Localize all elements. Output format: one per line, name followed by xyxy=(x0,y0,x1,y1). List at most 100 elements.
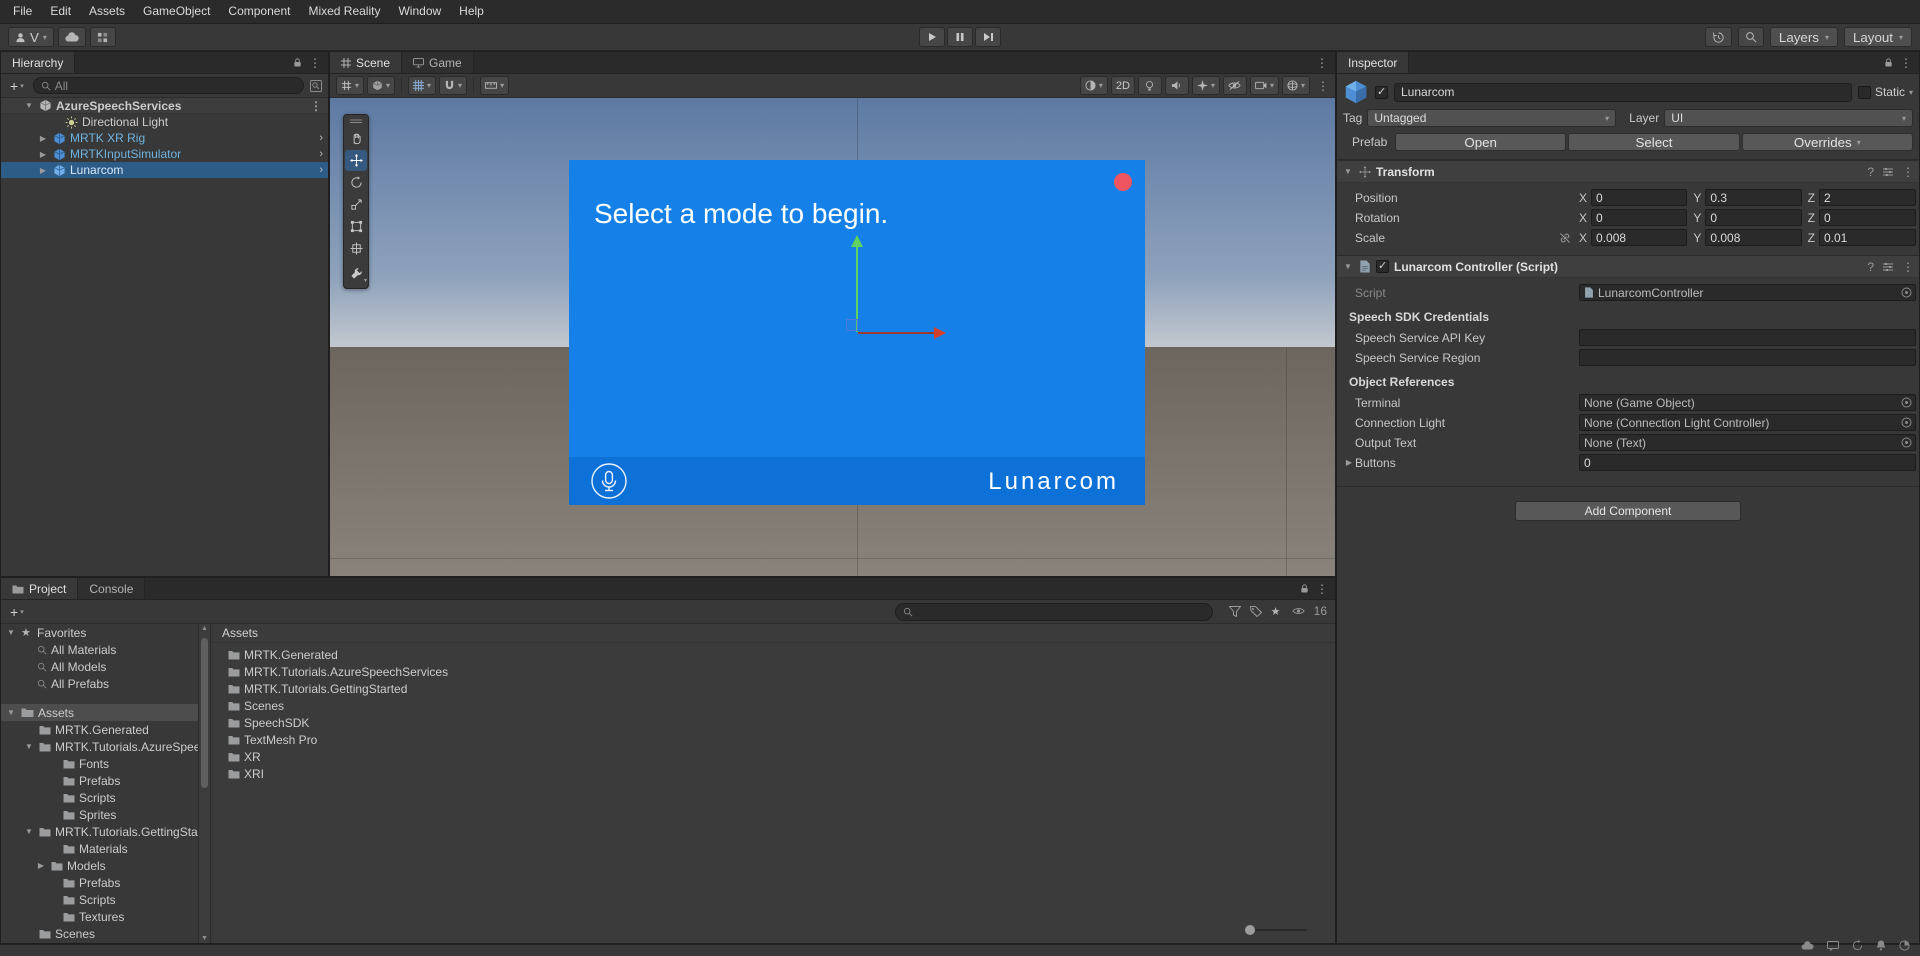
tab-game[interactable]: Game xyxy=(402,52,474,73)
active-checkbox[interactable] xyxy=(1375,86,1388,99)
step-button[interactable] xyxy=(975,27,1001,47)
slider-knob[interactable] xyxy=(1245,925,1255,935)
scene-viewport[interactable]: Select a mode to begin. Lunarcom xyxy=(330,98,1335,576)
component-menu-icon[interactable]: ⋮ xyxy=(1902,165,1914,179)
presets-icon[interactable] xyxy=(1882,261,1894,273)
layers-dropdown[interactable]: Layers▾ xyxy=(1770,27,1838,47)
tree-folder[interactable]: Fonts xyxy=(1,755,198,772)
tree-folder[interactable]: Prefabs xyxy=(1,874,198,891)
assets-root-row[interactable]: ▼ Assets xyxy=(1,704,198,721)
asset-folder[interactable]: SpeechSDK xyxy=(212,714,1335,731)
bell-icon[interactable] xyxy=(1876,940,1886,951)
favorite-all-prefabs[interactable]: All Prefabs xyxy=(1,675,198,692)
region-input[interactable] xyxy=(1579,349,1916,366)
scale-x-field[interactable] xyxy=(1591,229,1687,246)
foldout-icon[interactable]: ▶ xyxy=(37,150,49,159)
tree-folder[interactable]: Materials xyxy=(1,840,198,857)
tab-inspector[interactable]: Inspector xyxy=(1337,52,1409,73)
output-text-object-field[interactable]: None (Text) xyxy=(1579,434,1916,451)
tab-scene[interactable]: Scene xyxy=(330,52,402,73)
menu-help[interactable]: Help xyxy=(450,0,493,23)
gizmo-x-axis[interactable] xyxy=(858,332,934,334)
scene-lighting-button[interactable] xyxy=(1138,76,1162,95)
tree-folder[interactable]: ▼MRTK.Tutorials.AzureSpeechServices xyxy=(1,738,198,755)
asset-folder[interactable]: XR xyxy=(212,748,1335,765)
presets-icon[interactable] xyxy=(1882,166,1894,178)
play-button[interactable] xyxy=(919,27,945,47)
rotation-y-field[interactable] xyxy=(1705,209,1801,226)
foldout-icon[interactable]: ▶ xyxy=(37,134,49,143)
favorite-all-models[interactable]: All Models xyxy=(1,658,198,675)
hierarchy-item-mrtk-input-simulator[interactable]: ▶ MRTKInputSimulator › xyxy=(1,146,328,162)
transform-tool[interactable] xyxy=(345,238,367,259)
prefab-overrides-dropdown[interactable]: Overrides▾ xyxy=(1742,133,1913,151)
tree-folder[interactable]: Prefabs xyxy=(1,772,198,789)
menu-edit[interactable]: Edit xyxy=(41,0,80,23)
layer-dropdown[interactable]: UI▾ xyxy=(1664,109,1913,127)
tree-folder[interactable]: Sprites xyxy=(1,806,198,823)
panel-menu-icon[interactable]: ⋮ xyxy=(1316,582,1328,596)
position-x-field[interactable] xyxy=(1591,189,1687,206)
hidden-packages-eye-icon[interactable] xyxy=(1292,606,1305,616)
open-prefab-icon[interactable]: › xyxy=(319,132,323,144)
rotation-z-field[interactable] xyxy=(1819,209,1916,226)
project-search-input[interactable] xyxy=(917,605,1205,619)
hierarchy-item-lunarcom[interactable]: ▶ Lunarcom › xyxy=(1,162,328,178)
tree-folder[interactable]: MRTK.Generated xyxy=(1,721,198,738)
shading-mode-dropdown[interactable]: ▾ xyxy=(367,76,395,95)
foldout-icon[interactable]: ▼ xyxy=(1342,167,1354,176)
camera-settings-dropdown[interactable]: ▾ xyxy=(1080,76,1108,95)
lock-icon[interactable] xyxy=(1884,57,1893,68)
scene-effects-dropdown[interactable]: ▾ xyxy=(1192,76,1220,95)
progress-grid-icon[interactable] xyxy=(1899,940,1910,951)
search-by-type-icon[interactable] xyxy=(1229,606,1241,617)
refresh-activity-icon[interactable] xyxy=(1852,940,1863,951)
object-picker-icon[interactable] xyxy=(1901,397,1912,408)
lock-icon[interactable] xyxy=(293,57,302,68)
scene-visibility-button[interactable] xyxy=(1223,76,1247,95)
tree-folder[interactable]: Textures xyxy=(1,908,198,925)
tree-folder[interactable]: ▶SpeechSDK xyxy=(1,942,198,943)
help-icon[interactable]: ? xyxy=(1867,165,1874,179)
tab-console[interactable]: Console xyxy=(78,578,145,599)
open-prefab-icon[interactable]: › xyxy=(319,164,323,176)
grid-visibility-dropdown[interactable]: ▾ xyxy=(408,76,436,95)
thumbnail-zoom-slider[interactable] xyxy=(1247,929,1307,931)
tree-folder[interactable]: Scripts xyxy=(1,789,198,806)
gizmos-dropdown[interactable]: ▾ xyxy=(1282,76,1310,95)
object-picker-icon[interactable] xyxy=(1901,437,1912,448)
create-object-button[interactable]: +▾ xyxy=(7,78,27,94)
link-scale-icon[interactable] xyxy=(1559,232,1571,244)
panel-menu-icon[interactable]: ⋮ xyxy=(1316,56,1328,70)
project-search[interactable] xyxy=(895,603,1213,621)
saved-search-star-icon[interactable]: ★ xyxy=(1271,605,1283,618)
asset-folder[interactable]: XRI xyxy=(212,765,1335,782)
script-object-field[interactable]: LunarcomController xyxy=(1579,284,1916,301)
asset-folder[interactable]: TextMesh Pro xyxy=(212,731,1335,748)
snap-magnet-dropdown[interactable]: ▾ xyxy=(439,76,467,95)
favorite-all-materials[interactable]: All Materials xyxy=(1,641,198,658)
static-dropdown-icon[interactable]: ▾ xyxy=(1909,88,1913,97)
help-icon[interactable]: ? xyxy=(1867,260,1874,274)
scrollbar-thumb[interactable] xyxy=(201,638,208,788)
object-picker-icon[interactable] xyxy=(1901,287,1912,298)
asset-folder[interactable]: MRTK.Tutorials.GettingStarted xyxy=(212,680,1335,697)
lock-icon[interactable] xyxy=(1300,583,1309,594)
tree-folder[interactable]: ▶Models xyxy=(1,857,198,874)
api-key-input[interactable] xyxy=(1579,329,1916,346)
menu-window[interactable]: Window xyxy=(389,0,450,23)
camera-view-dropdown[interactable]: ▾ xyxy=(1250,76,1279,95)
asset-folder[interactable]: MRTK.Generated xyxy=(212,646,1335,663)
tree-folder[interactable]: ▼MRTK.Tutorials.GettingStarted xyxy=(1,823,198,840)
create-asset-button[interactable]: +▾ xyxy=(7,604,27,620)
menu-component[interactable]: Component xyxy=(219,0,299,23)
favorites-header[interactable]: ▼★ Favorites xyxy=(1,624,198,641)
hierarchy-scene-row[interactable]: ▼ AzureSpeechServices ⋮ xyxy=(1,98,328,114)
layout-dropdown[interactable]: Layout▾ xyxy=(1844,27,1912,47)
hierarchy-item-directional-light[interactable]: Directional Light xyxy=(1,114,328,130)
tool-settings-dropdown[interactable]: ▾ xyxy=(336,76,364,95)
gizmo-plane-handle[interactable] xyxy=(846,319,858,331)
menu-file[interactable]: File xyxy=(4,0,41,23)
panel-menu-icon[interactable]: ⋮ xyxy=(309,56,321,70)
static-checkbox[interactable] xyxy=(1858,86,1871,99)
